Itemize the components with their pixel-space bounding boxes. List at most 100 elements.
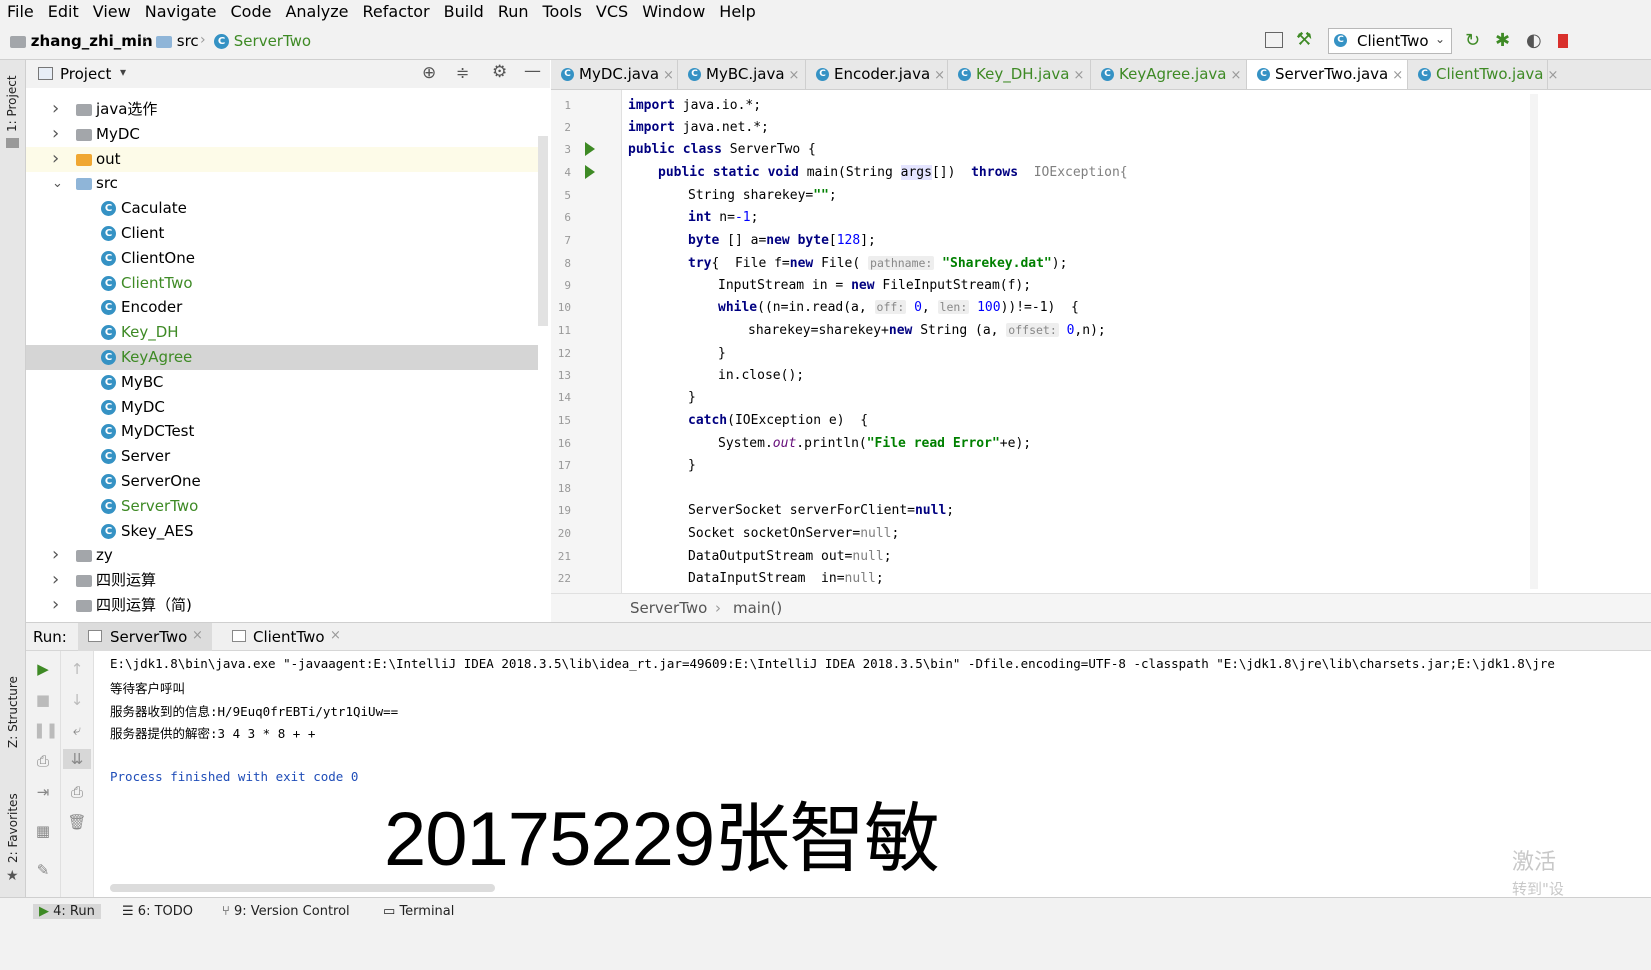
tree-item[interactable]: C ServerOne	[26, 469, 538, 494]
rerun-play-icon[interactable]: ▶	[33, 659, 53, 679]
tree-item[interactable]: › MyDC	[26, 122, 538, 147]
run-config-selector[interactable]: C ClientTwo ⌄	[1328, 28, 1452, 54]
tree-item[interactable]: C MyBC	[26, 370, 538, 395]
close-icon[interactable]: ×	[330, 628, 341, 643]
tree-item[interactable]: C Client	[26, 221, 538, 246]
tree-item[interactable]: C Server	[26, 444, 538, 469]
rerun-icon[interactable]: ↻	[1465, 30, 1480, 51]
build-hammer-icon[interactable]: ⚒	[1296, 29, 1312, 50]
tree-scrollbar[interactable]	[538, 136, 548, 326]
tree-item[interactable]: ⌄ src	[26, 171, 538, 196]
run-class-icon[interactable]	[585, 142, 595, 156]
close-icon[interactable]: ×	[1230, 68, 1241, 83]
tree-item[interactable]: C Skey_AES	[26, 519, 538, 544]
print-icon[interactable]: ⎙	[67, 782, 87, 802]
code-editor[interactable]: import java.io.*; import java.net.*; pub…	[622, 90, 1651, 593]
tree-item[interactable]: › out	[26, 146, 538, 172]
chevron-right-icon[interactable]: ›	[52, 542, 59, 567]
menu-window[interactable]: Window	[635, 0, 712, 24]
run-tab-servertwo[interactable]: ServerTwo ×	[78, 623, 212, 651]
editor-tab[interactable]: C MyBC.java ×	[678, 60, 806, 89]
close-icon[interactable]: ×	[789, 68, 800, 83]
menu-analyze[interactable]: Analyze	[278, 0, 355, 24]
version-control-tool-button[interactable]: ⑂ 9: Version Control	[222, 904, 350, 919]
favorites-tool-window-button[interactable]: 2: Favorites	[6, 793, 20, 863]
editor-tab[interactable]: C ServerTwo.java ×	[1247, 60, 1408, 89]
chevron-right-icon[interactable]: ›	[52, 96, 59, 121]
scroll-to-end-icon[interactable]: ⇊	[63, 749, 91, 769]
breadcrumb-project[interactable]: zhang_zhi_min	[10, 32, 153, 50]
tree-item[interactable]: › 四则运算（简)	[26, 593, 538, 618]
tree-item[interactable]: C ServerTwo	[26, 494, 538, 519]
menu-help[interactable]: Help	[712, 0, 762, 24]
menu-view[interactable]: View	[86, 0, 138, 24]
tree-item[interactable]: C ClientOne	[26, 246, 538, 271]
close-icon[interactable]: ×	[1392, 68, 1403, 83]
tree-item[interactable]: C Encoder	[26, 295, 538, 320]
menu-vcs[interactable]: VCS	[589, 0, 635, 24]
chevron-right-icon[interactable]: ›	[52, 592, 59, 617]
project-panel-title[interactable]: Project	[60, 65, 111, 83]
close-icon[interactable]: ×	[934, 68, 945, 83]
editor-scrollbar[interactable]	[1530, 94, 1538, 589]
tree-item[interactable]: C ClientTwo	[26, 271, 538, 296]
close-icon[interactable]: ×	[1073, 68, 1084, 83]
tree-item[interactable]: › zy	[26, 543, 538, 568]
stop-icon[interactable]	[1558, 34, 1568, 48]
breadcrumb-folder[interactable]: src	[156, 32, 199, 50]
editor-tab[interactable]: C MyDC.java ×	[551, 60, 678, 89]
gear-icon[interactable]: ⚙	[492, 62, 507, 82]
todo-tool-button[interactable]: ☰ 6: TODO	[122, 904, 193, 919]
breadcrumb-file[interactable]: C ServerTwo	[214, 32, 311, 50]
coverage-icon[interactable]: ◐	[1526, 30, 1542, 51]
run-tab-clienttwo[interactable]: ClientTwo ×	[222, 623, 352, 651]
tree-item[interactable]: C KeyAgree	[26, 345, 538, 370]
structure-tool-window-button[interactable]: Z: Structure	[6, 676, 20, 748]
tree-item[interactable]: C MyDCTest	[26, 419, 538, 444]
editor-tab[interactable]: C Encoder.java ×	[806, 60, 948, 89]
debug-bug-icon[interactable]: ✱	[1495, 30, 1510, 51]
close-icon[interactable]: ×	[192, 628, 203, 643]
editor-tab[interactable]: C Key_DH.java ×	[948, 60, 1091, 89]
down-arrow-icon[interactable]: ↓	[67, 690, 87, 710]
tree-item[interactable]: C MyDC	[26, 395, 538, 420]
close-icon[interactable]: ×	[663, 68, 674, 83]
menu-file[interactable]: File	[0, 0, 41, 24]
terminal-tool-button[interactable]: ▭ Terminal	[383, 904, 454, 919]
chevron-right-icon[interactable]: ›	[52, 146, 59, 171]
menu-code[interactable]: Code	[224, 0, 279, 24]
collapse-all-icon[interactable]: ≑	[456, 63, 469, 82]
menu-edit[interactable]: Edit	[41, 0, 86, 24]
trash-icon[interactable]: 🗑	[67, 812, 87, 832]
menu-navigate[interactable]: Navigate	[138, 0, 224, 24]
project-tool-window-button[interactable]: 1: Project	[5, 75, 19, 132]
menu-tools[interactable]: Tools	[536, 0, 589, 24]
chevron-right-icon[interactable]: ›	[52, 121, 59, 146]
breadcrumb-method[interactable]: main()	[733, 599, 782, 617]
layout-grid-icon[interactable]: ▦	[33, 821, 53, 841]
up-arrow-icon[interactable]: ↑	[67, 659, 87, 679]
tree-item[interactable]: › 四则运算	[26, 568, 538, 593]
run-main-icon[interactable]	[585, 165, 595, 179]
chevron-right-icon[interactable]: ›	[52, 567, 59, 592]
chevron-down-icon[interactable]: ⌄	[52, 171, 63, 196]
run-tool-button[interactable]: ▶ 4: Run	[33, 904, 101, 919]
editor-tab[interactable]: C ClientTwo.java ×	[1408, 60, 1558, 89]
menu-build[interactable]: Build	[437, 0, 491, 24]
close-icon[interactable]: ×	[1547, 68, 1558, 83]
menu-refactor[interactable]: Refactor	[356, 0, 437, 24]
breadcrumb-class[interactable]: ServerTwo	[630, 599, 707, 617]
menu-run[interactable]: Run	[491, 0, 536, 24]
locate-crosshair-icon[interactable]: ⊕	[422, 63, 436, 83]
tree-item[interactable]: › java选作	[26, 97, 538, 122]
restore-layout-icon[interactable]: ⇥	[33, 782, 53, 802]
minimize-icon[interactable]: —	[524, 61, 541, 81]
editor-tab[interactable]: C KeyAgree.java ×	[1091, 60, 1247, 89]
tree-item[interactable]: C Key_DH	[26, 320, 538, 345]
pin-icon[interactable]: ✎	[33, 860, 53, 880]
stop-icon[interactable]: ■	[33, 690, 53, 710]
tree-item[interactable]: C Caculate	[26, 196, 538, 221]
camera-icon[interactable]: ⎙	[33, 751, 53, 771]
pause-icon[interactable]: ❚❚	[33, 720, 58, 740]
layout-icon[interactable]	[1265, 32, 1283, 48]
